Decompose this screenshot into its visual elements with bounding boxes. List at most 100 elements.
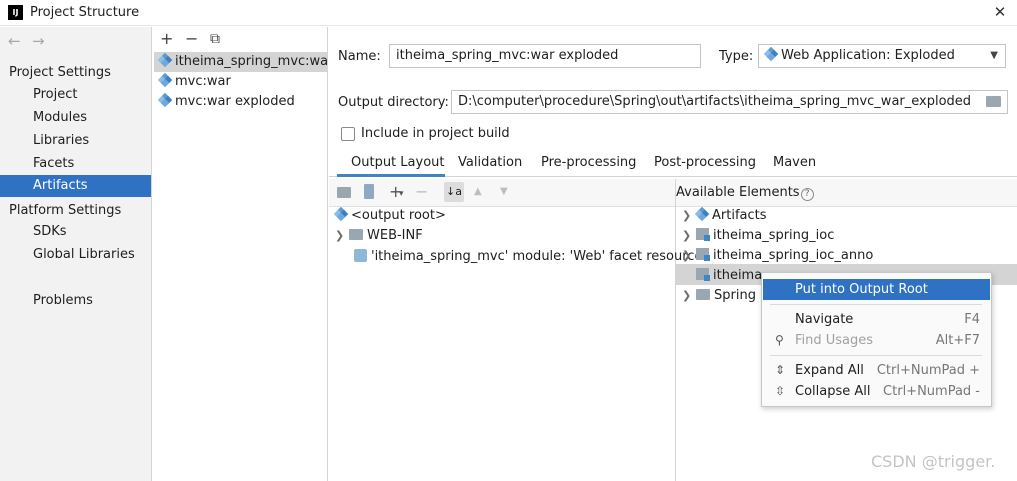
new-directory-icon[interactable] — [337, 187, 351, 198]
chevron-right-icon[interactable]: ❯ — [335, 226, 349, 246]
context-menu: Put into Output Root Navigate F4 ⚲ Find … — [761, 272, 992, 407]
artifact-item-label: itheima_spring_mvc:war exploded — [175, 54, 328, 69]
available-item-label: itheima — [713, 268, 763, 283]
forward-arrow-icon[interactable]: → — [32, 32, 45, 50]
available-item-label: Spring — [714, 288, 756, 303]
menu-separator — [770, 304, 982, 305]
folder-icon — [349, 229, 363, 240]
copy-artifact-icon[interactable]: ⧉ — [210, 31, 220, 47]
available-item-label: itheima_spring_ioc — [713, 228, 835, 243]
panel-divider — [675, 179, 676, 481]
artifact-editor: Name: itheima_spring_mvc:war exploded Ty… — [329, 27, 1017, 481]
chevron-right-icon[interactable]: ❯ — [682, 226, 696, 246]
editor-tabs: Output Layout Validation Pre-processing … — [329, 151, 1017, 177]
project-settings-header: Project Settings — [9, 65, 111, 80]
output-directory-label: Output directory: — [338, 95, 449, 110]
menu-item-expand-all[interactable]: ⇕ Expand All Ctrl+NumPad + — [763, 360, 990, 381]
available-item-label: itheima_spring_ioc_anno — [713, 248, 874, 263]
search-icon: ⚲ — [775, 333, 784, 347]
tree-row-facet-resources[interactable]: 'itheima_spring_mvc' module: 'Web' facet… — [354, 247, 709, 267]
sidebar-item-sdks[interactable]: SDKs — [0, 221, 151, 243]
find-usages-shortcut: Alt+F7 — [935, 333, 980, 348]
title-bar: IJ Project Structure ✕ — [0, 0, 1017, 26]
artifact-item-label: mvc:war — [175, 74, 231, 89]
tree-row-output-root[interactable]: <output root> — [333, 206, 446, 226]
sort-elements-icon[interactable]: ↓a — [444, 182, 464, 202]
menu-item-find-usages[interactable]: ⚲ Find Usages Alt+F7 — [763, 330, 990, 351]
war-artifact-icon — [157, 92, 173, 108]
tree-row-available-module[interactable]: ❯ itheima_spring_ioc — [682, 226, 834, 246]
artifact-item[interactable]: mvc:war exploded — [154, 92, 328, 112]
sidebar-item-problems[interactable]: Problems — [0, 290, 151, 312]
move-up-icon[interactable]: ▲ — [474, 186, 482, 197]
available-elements-toolbar: Available Elements? — [675, 179, 1017, 207]
artifact-list-panel: + − ⧉ itheima_spring_mvc:war exploded mv… — [153, 27, 328, 481]
sidebar-item-modules[interactable]: Modules — [0, 107, 151, 129]
war-artifact-icon — [694, 206, 710, 222]
help-icon[interactable]: ? — [800, 188, 814, 201]
name-input[interactable]: itheima_spring_mvc:war exploded — [389, 44, 701, 68]
web-inf-label: WEB-INF — [367, 228, 423, 243]
remove-artifact-icon[interactable]: − — [185, 29, 198, 48]
browse-folder-icon[interactable] — [986, 96, 1001, 107]
include-in-build-checkbox[interactable] — [341, 127, 355, 141]
menu-item-put-into-output-root[interactable]: Put into Output Root — [763, 279, 990, 300]
artifact-item-label: mvc:war exploded — [175, 94, 295, 109]
sidebar-item-project[interactable]: Project — [0, 84, 151, 106]
chevron-right-icon[interactable]: ❯ — [682, 246, 696, 266]
tab-validation[interactable]: Validation — [458, 155, 522, 170]
add-artifact-icon[interactable]: + — [160, 29, 173, 48]
folder-icon — [696, 289, 710, 300]
sidebar-item-facets[interactable]: Facets — [0, 153, 151, 175]
war-artifact-icon — [157, 52, 173, 68]
tab-pre-processing[interactable]: Pre-processing — [541, 155, 636, 170]
back-arrow-icon[interactable]: ← — [8, 32, 21, 50]
collapse-all-shortcut: Ctrl+NumPad - — [883, 384, 980, 399]
remove-element-icon[interactable]: − — [415, 182, 428, 201]
output-directory-value: D:\computer\procedure\Spring\out\artifac… — [458, 94, 972, 109]
settings-sidebar: ← → Project Settings Project Modules Lib… — [0, 27, 152, 481]
artifact-item[interactable]: mvc:war — [154, 72, 328, 92]
tree-row-web-inf[interactable]: ❯ WEB-INF — [335, 226, 423, 246]
navigate-shortcut: F4 — [964, 312, 980, 327]
sidebar-item-artifacts[interactable]: Artifacts — [0, 175, 151, 197]
tab-output-layout[interactable]: Output Layout — [351, 155, 444, 170]
menu-item-navigate[interactable]: Navigate F4 — [763, 309, 990, 330]
type-select[interactable]: Web Application: Exploded ▼ — [758, 44, 1006, 68]
chevron-right-icon[interactable]: ❯ — [682, 206, 696, 226]
module-icon — [696, 228, 710, 241]
include-in-build-label: Include in project build — [361, 126, 510, 141]
move-down-icon[interactable]: ▼ — [500, 186, 508, 197]
window-title: Project Structure — [30, 5, 140, 20]
output-root-label: <output root> — [351, 208, 446, 223]
artifact-item[interactable]: itheima_spring_mvc:war exploded — [154, 52, 328, 72]
chevron-down-icon: ▼ — [990, 50, 998, 61]
active-tab-indicator — [337, 174, 445, 177]
available-elements-header: Available Elements? — [676, 185, 814, 201]
type-select-value: Web Application: Exploded — [781, 48, 955, 63]
module-icon — [696, 268, 710, 281]
module-icon — [696, 248, 710, 261]
collapse-all-icon: ⇳ — [775, 384, 786, 398]
archive-icon[interactable] — [364, 184, 374, 199]
war-artifact-icon — [333, 206, 349, 222]
tree-row-available-module[interactable]: ❯ itheima_spring_ioc_anno — [682, 246, 873, 266]
sidebar-item-global-libraries[interactable]: Global Libraries — [0, 244, 151, 266]
sidebar-item-libraries[interactable]: Libraries — [0, 130, 151, 152]
web-facet-icon — [354, 249, 367, 262]
tree-row-available-artifacts[interactable]: ❯ Artifacts — [682, 206, 767, 226]
tree-row-available-spring[interactable]: ❯ Spring — [682, 286, 756, 306]
chevron-right-icon[interactable]: ❯ — [682, 286, 696, 306]
output-layout-toolbar: + ▾ − ↓a ▲ ▼ — [329, 179, 675, 207]
type-label: Type: — [719, 49, 754, 64]
add-dropdown-caret-icon[interactable]: ▾ — [399, 189, 404, 199]
tree-row-available-module[interactable]: itheima — [682, 266, 762, 286]
expand-all-icon: ⇕ — [775, 363, 786, 377]
watermark: CSDN @trigger. — [871, 452, 996, 471]
tab-post-processing[interactable]: Post-processing — [654, 155, 756, 170]
tab-maven[interactable]: Maven — [773, 155, 816, 170]
menu-item-collapse-all[interactable]: ⇳ Collapse All Ctrl+NumPad - — [763, 381, 990, 402]
close-icon[interactable]: ✕ — [990, 3, 1010, 21]
output-directory-input[interactable]: D:\computer\procedure\Spring\out\artifac… — [451, 90, 1008, 114]
war-artifact-icon — [763, 46, 779, 62]
